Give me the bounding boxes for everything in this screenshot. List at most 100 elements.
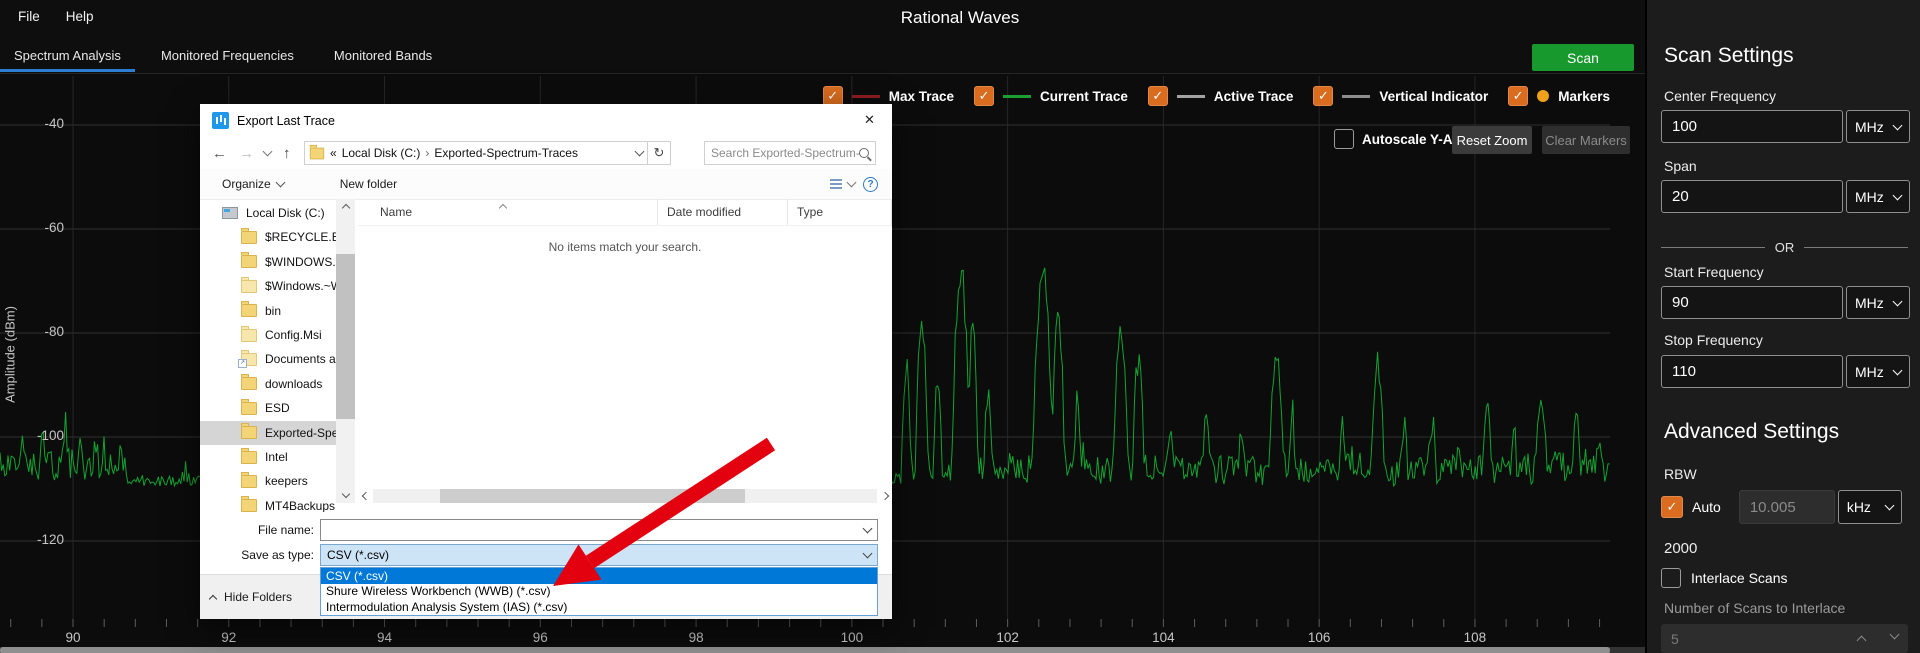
tree-scrollbar-thumb[interactable] (336, 254, 355, 419)
file-list-scrollbar-thumb[interactable] (440, 489, 745, 503)
legend-checkbox[interactable]: ✓ (1148, 86, 1168, 106)
center-frequency-input[interactable]: 100 (1661, 110, 1843, 143)
breadcrumb-separator: › (425, 146, 429, 160)
tree-item--windows-w[interactable]: $Windows.~W (200, 274, 336, 298)
tree-item--recycle-bin[interactable]: $RECYCLE.BIN (200, 225, 336, 249)
history-chevron-icon[interactable] (263, 147, 273, 157)
legend-item: ✓Active Trace (1148, 86, 1294, 106)
tree-item--windows-b[interactable]: $WINDOWS.~B (200, 250, 336, 274)
scroll-up-icon[interactable] (336, 199, 355, 214)
legend-checkbox[interactable]: ✓ (1508, 86, 1528, 106)
search-input[interactable]: Search Exported-Spectrum-Tr... (704, 141, 876, 165)
address-dropdown-icon[interactable] (635, 147, 645, 157)
tree-item-keepers[interactable]: keepers (200, 469, 336, 493)
autoscale-y-axis-checkbox[interactable] (1334, 129, 1354, 149)
reset-zoom-button[interactable]: Reset Zoom (1452, 126, 1532, 154)
x-tick-label: 100 (827, 630, 877, 645)
folder-icon (241, 402, 257, 415)
breadcrumb-item[interactable]: Local Disk (C:) (342, 146, 421, 160)
column-header-type[interactable]: Type (788, 199, 892, 225)
tree-item-config-msi[interactable]: Config.Msi (200, 323, 336, 347)
save-type-option[interactable]: Intermodulation Analysis System (IAS) (*… (321, 599, 877, 615)
save-type-option[interactable]: Shure Wireless Workbench (WWB) (*.csv) (321, 584, 877, 600)
scroll-right-icon[interactable] (877, 489, 892, 503)
folder-icon (241, 280, 257, 293)
start-frequency-input[interactable]: 90 (1661, 286, 1843, 319)
refresh-icon[interactable]: ↻ (648, 141, 671, 165)
legend-item: ✓Vertical Indicator (1313, 86, 1488, 106)
stop-frequency-unit-select[interactable]: MHz (1846, 355, 1910, 388)
tree-item-documents-an[interactable]: ↗ Documents an (200, 347, 336, 371)
or-divider: OR (1661, 240, 1908, 255)
new-folder-button[interactable]: New folder (340, 177, 397, 191)
span-input[interactable]: 20 (1661, 180, 1843, 213)
points-value: 2000 (1664, 540, 1697, 557)
breadcrumb-item[interactable]: Exported-Spectrum-Traces (434, 146, 578, 160)
address-bar[interactable]: « Local Disk (C:) › Exported-Spectrum-Tr… (304, 141, 648, 165)
tree-scrollbar[interactable] (336, 199, 355, 503)
span-label: Span (1664, 158, 1697, 174)
unit-value: MHz (1855, 295, 1884, 311)
marker-dot-icon (1537, 90, 1549, 102)
chevron-up-icon[interactable] (1857, 635, 1867, 645)
stop-frequency-input[interactable]: 110 (1661, 355, 1843, 388)
legend-item: ✓Current Trace (974, 86, 1128, 106)
file-name-input[interactable] (320, 519, 878, 541)
scans-to-interlace-stepper[interactable]: 5 (1661, 624, 1908, 653)
legend-checkbox[interactable]: ✓ (974, 86, 994, 106)
back-icon[interactable]: ← (212, 145, 227, 162)
tree-item-intel[interactable]: Intel (200, 445, 336, 469)
chart-horizontal-scrollbar[interactable] (0, 647, 1645, 653)
legend-item: ✓ Markers (1508, 86, 1610, 106)
export-last-trace-dialog: Export Last Trace ✕ ← → ↑ « Local Disk (… (200, 104, 892, 618)
titlebar: FileHelp Rational Waves ✕ (0, 0, 1920, 38)
chart-scrollbar-thumb[interactable] (0, 647, 1610, 653)
center-frequency-unit-select[interactable]: MHz (1846, 110, 1910, 143)
scroll-down-icon[interactable] (336, 488, 355, 503)
folder-tree: Local Disk (C:)$RECYCLE.BIN$WINDOWS.~B$W… (200, 201, 336, 512)
rbw-unit-select[interactable]: kHz (1838, 490, 1902, 524)
scroll-left-icon[interactable] (358, 489, 373, 503)
span-unit-select[interactable]: MHz (1846, 180, 1910, 213)
column-header-date-modified[interactable]: Date modified (658, 199, 788, 225)
hide-folders-button[interactable]: Hide Folders (210, 590, 292, 604)
clear-markers-button[interactable]: Clear Markers (1542, 126, 1630, 154)
chevron-down-icon[interactable] (1890, 629, 1900, 639)
tree-item-label: Exported-Spec (265, 426, 336, 440)
organize-button[interactable]: Organize (222, 177, 284, 191)
tree-item-bin[interactable]: bin (200, 299, 336, 323)
dialog-titlebar[interactable]: Export Last Trace ✕ (200, 104, 892, 137)
legend-checkbox[interactable]: ✓ (823, 86, 843, 106)
dialog-close-button[interactable]: ✕ (847, 104, 892, 136)
rbw-auto-checkbox[interactable]: ✓ (1661, 496, 1683, 518)
tree-item-local-disk-c-[interactable]: Local Disk (C:) (200, 201, 336, 225)
shortcut-arrow-icon: ↗ (238, 359, 247, 368)
file-list-scrollbar[interactable] (373, 489, 877, 503)
tree-item-label: Documents an (265, 352, 336, 366)
view-options-button[interactable] (830, 179, 855, 189)
start-frequency-unit-select[interactable]: MHz (1846, 286, 1910, 319)
x-tick-label: 104 (1138, 630, 1188, 645)
tree-item-mt4backups[interactable]: MT4Backups (200, 494, 336, 512)
interlace-scans-checkbox[interactable] (1661, 568, 1681, 588)
tab-spectrum-analysis[interactable]: Spectrum Analysis (0, 38, 135, 72)
up-icon[interactable]: ↑ (283, 145, 291, 162)
scan-button[interactable]: Scan (1532, 44, 1634, 71)
save-type-option[interactable]: CSV (*.csv) (321, 568, 877, 584)
unit-value: MHz (1855, 189, 1884, 205)
rbw-value-input[interactable]: 10.005 (1739, 490, 1835, 524)
save-as-type-dropdown: CSV (*.csv)Shure Wireless Workbench (WWB… (320, 567, 878, 616)
legend-checkbox[interactable]: ✓ (1313, 86, 1333, 106)
file-list-header: NameDate modifiedType (358, 199, 892, 226)
forward-icon[interactable]: → (239, 145, 254, 162)
column-header-name[interactable]: Name (358, 199, 658, 225)
tree-item-exported-spec[interactable]: Exported-Spec (200, 421, 336, 445)
help-icon[interactable]: ? (863, 177, 878, 192)
trace-line-icon (1003, 95, 1031, 98)
tab-monitored-frequencies[interactable]: Monitored Frequencies (147, 38, 308, 72)
tree-item-esd[interactable]: ESD (200, 396, 336, 420)
legend-label: Markers (1558, 89, 1610, 104)
save-as-type-select[interactable]: CSV (*.csv) (320, 544, 878, 566)
tab-monitored-bands[interactable]: Monitored Bands (320, 38, 446, 72)
tree-item-downloads[interactable]: downloads (200, 372, 336, 396)
